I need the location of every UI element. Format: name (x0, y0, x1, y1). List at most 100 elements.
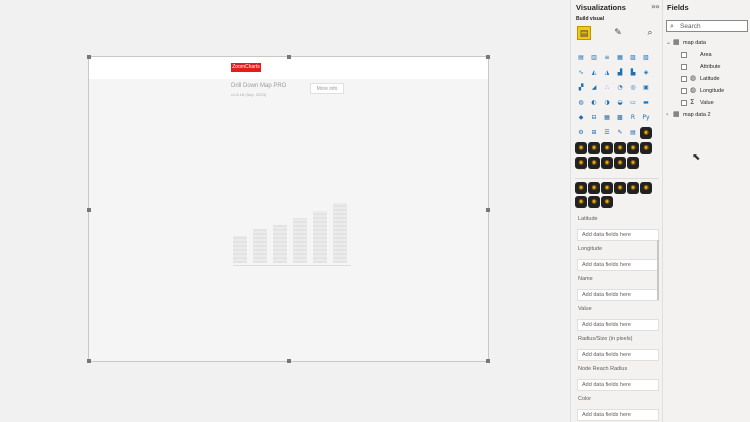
shape-map-icon[interactable]: ◑ (601, 97, 613, 109)
card-icon[interactable]: ▭ (627, 97, 639, 109)
zc-g-icon[interactable]: ◉ (575, 196, 587, 208)
funnel-icon[interactable]: ◢ (588, 82, 600, 94)
resize-handle-n[interactable] (287, 55, 291, 59)
chevron-right-icon[interactable]: › (666, 111, 668, 118)
resize-handle-ne[interactable] (486, 55, 490, 59)
field-name[interactable]: Latitude (700, 76, 720, 82)
zc-b-icon[interactable]: ◉ (588, 182, 600, 194)
resize-handle-nw[interactable] (87, 55, 91, 59)
resize-handle-sw[interactable] (87, 359, 91, 363)
field-name[interactable]: Longitude (700, 88, 724, 94)
table-icon[interactable]: ▦ (601, 112, 613, 124)
well-drop-zone[interactable]: Add data fields here (577, 289, 659, 301)
well-drop-zone[interactable]: Add data fields here (577, 349, 659, 361)
zc-e-icon[interactable]: ◉ (627, 182, 639, 194)
table-icon: ▦ (673, 110, 680, 118)
slicer-icon[interactable]: ⊟ (588, 112, 600, 124)
zc-c-icon[interactable]: ◉ (601, 182, 613, 194)
more-visuals-icon[interactable]: ··· (578, 165, 586, 174)
stacked-area-icon[interactable]: ◮ (601, 67, 613, 79)
field-checkbox[interactable] (681, 76, 687, 82)
zc-i-icon[interactable]: ◉ (601, 196, 613, 208)
treemap-icon[interactable]: ▣ (640, 82, 652, 94)
build-visual-tab-icon[interactable]: ▤ (577, 26, 591, 40)
more-info-button[interactable]: More info (310, 83, 344, 94)
placeholder-bar (293, 218, 307, 263)
clustered-column-icon[interactable]: ▦ (614, 52, 626, 64)
kpi-icon[interactable]: ◆ (575, 112, 587, 124)
paginated-icon[interactable]: ▤ (627, 127, 639, 139)
well-drop-zone[interactable]: Add data fields here (577, 409, 659, 421)
arcgis-icon[interactable]: ◉ (575, 142, 587, 154)
zoomcharts-6-icon[interactable]: ◉ (640, 142, 652, 154)
zoomcharts-1-icon[interactable]: ◉ (640, 127, 652, 139)
decomposition-icon[interactable]: ⊞ (588, 127, 600, 139)
field-checkbox[interactable] (681, 100, 687, 106)
stacked-column-icon[interactable]: ▥ (588, 52, 600, 64)
stacked-bar-icon[interactable]: ▤ (575, 52, 587, 64)
drill-down-map-visual[interactable]: ZoomCharts Drill Down Map PRO v1.8.18 (S… (87, 55, 490, 363)
resize-handle-s[interactable] (287, 359, 291, 363)
table-name[interactable]: map data (683, 40, 706, 46)
field-checkbox[interactable] (681, 52, 687, 58)
placeholder-bar (253, 229, 267, 263)
100-bar-icon[interactable]: ▨ (627, 52, 639, 64)
field-name[interactable]: Value (700, 100, 714, 106)
field-name[interactable]: Area (700, 52, 712, 58)
scatter-icon[interactable]: ∴ (601, 82, 613, 94)
pie-icon[interactable]: ◔ (614, 82, 626, 94)
qa-icon[interactable]: ☰ (601, 127, 613, 139)
100-column-icon[interactable]: ▧ (640, 52, 652, 64)
line-clustered-icon[interactable]: ▙ (627, 67, 639, 79)
r-visual-icon[interactable]: R (627, 112, 639, 124)
zoomcharts-8-icon[interactable]: ◉ (588, 157, 600, 169)
zc-d-icon[interactable]: ◉ (614, 182, 626, 194)
narrative-icon[interactable]: ✎ (614, 127, 626, 139)
table-name[interactable]: map data 2 (683, 112, 711, 118)
waterfall-icon[interactable]: ▞ (575, 82, 587, 94)
wells-scrollbar[interactable] (657, 240, 659, 300)
ribbon-icon[interactable]: ◈ (640, 67, 652, 79)
well-drop-zone[interactable]: Add data fields here (577, 319, 659, 331)
field-checkbox[interactable] (681, 88, 687, 94)
zc-f-icon[interactable]: ◉ (640, 182, 652, 194)
zoomcharts-4-icon[interactable]: ◉ (614, 142, 626, 154)
resize-handle-se[interactable] (486, 359, 490, 363)
zoomcharts-3-icon[interactable]: ◉ (601, 142, 613, 154)
area-icon[interactable]: ◭ (588, 67, 600, 79)
visual-icon-row: ◉ ◉ ◉ ◉ ◉ ◉ (575, 142, 652, 154)
visual-icon-row: ∿ ◭ ◮ ▟ ▙ ◈ (575, 67, 652, 79)
resize-handle-w[interactable] (87, 208, 91, 212)
clustered-bar-icon[interactable]: ≡ (601, 52, 613, 64)
key-influencers-icon[interactable]: ⚙ (575, 127, 587, 139)
resize-handle-e[interactable] (486, 208, 490, 212)
report-canvas[interactable]: ZoomCharts Drill Down Map PRO v1.8.18 (S… (0, 0, 570, 422)
chevron-down-icon[interactable]: ⌄ (666, 39, 671, 46)
collapse-fields-icon[interactable]: » (655, 2, 660, 11)
format-visual-tab-icon[interactable]: ✎ (611, 26, 625, 40)
line-column-icon[interactable]: ▟ (614, 67, 626, 79)
well-drop-zone[interactable]: Add data fields here (577, 379, 659, 391)
field-name[interactable]: Attribute (700, 64, 720, 70)
gauge-icon[interactable]: ◒ (614, 97, 626, 109)
line-icon[interactable]: ∿ (575, 67, 587, 79)
well-drop-zone[interactable]: Add data fields here (577, 229, 659, 241)
fields-search-input[interactable]: Search (666, 20, 748, 32)
map-icon[interactable]: ◍ (575, 97, 587, 109)
matrix-icon[interactable]: ▩ (614, 112, 626, 124)
zoomcharts-11-icon[interactable]: ◉ (627, 157, 639, 169)
field-checkbox[interactable] (681, 64, 687, 70)
zoomcharts-5-icon[interactable]: ◉ (627, 142, 639, 154)
visualizations-pane: Visualizations » Build visual ▤ ✎ ⌕ ▤ ▥ ≡ ▦… (570, 0, 662, 422)
zoomcharts-2-icon[interactable]: ◉ (588, 142, 600, 154)
analytics-tab-icon[interactable]: ⌕ (643, 26, 657, 40)
zc-h-icon[interactable]: ◉ (588, 196, 600, 208)
multirow-card-icon[interactable]: ▬ (640, 97, 652, 109)
donut-icon[interactable]: ◎ (627, 82, 639, 94)
filled-map-icon[interactable]: ◐ (588, 97, 600, 109)
zoomcharts-10-icon[interactable]: ◉ (614, 157, 626, 169)
well-drop-zone[interactable]: Add data fields here (577, 259, 659, 271)
zc-a-icon[interactable]: ◉ (575, 182, 587, 194)
zoomcharts-9-icon[interactable]: ◉ (601, 157, 613, 169)
python-visual-icon[interactable]: Py (640, 112, 652, 124)
